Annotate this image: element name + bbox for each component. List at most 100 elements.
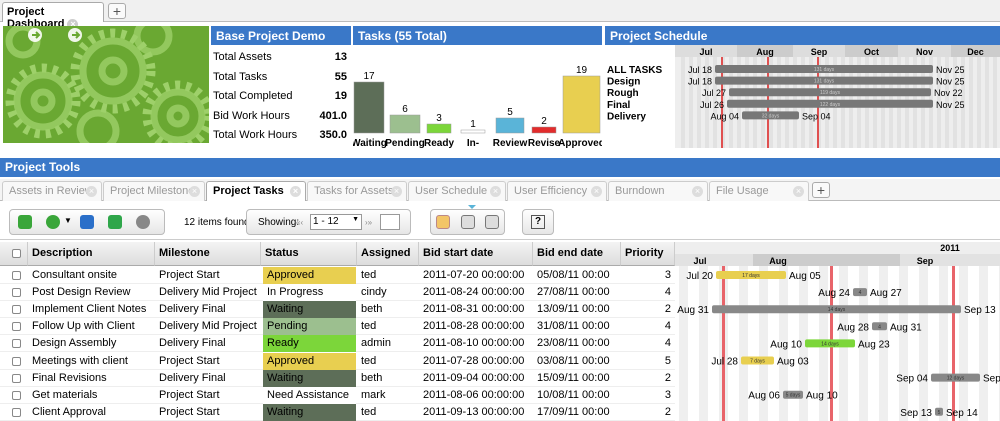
cell-priority[interactable]: 5 bbox=[621, 353, 671, 370]
next-page-icon[interactable]: ›» bbox=[365, 218, 372, 227]
search-icon[interactable] bbox=[436, 215, 450, 229]
close-icon[interactable]: × bbox=[189, 186, 200, 197]
cell-description[interactable]: Final Revisions bbox=[28, 370, 155, 387]
refresh-icon[interactable] bbox=[18, 215, 32, 229]
cell-description[interactable]: Meetings with client bbox=[28, 353, 155, 370]
tab-tasks-for-assets[interactable]: Tasks for Assets × bbox=[307, 181, 407, 201]
cell-milestone[interactable]: Project Start bbox=[155, 387, 261, 404]
cell-milestone[interactable]: Project Start bbox=[155, 353, 261, 370]
table-row[interactable]: Client Approval Project Start Waiting ted 20… bbox=[0, 403, 675, 421]
table-row[interactable]: Implement Client Notes Delivery Final Wait… bbox=[0, 301, 675, 319]
column-header-description[interactable]: Description bbox=[28, 242, 155, 266]
tab-file-usage[interactable]: File Usage × bbox=[709, 181, 809, 201]
close-icon[interactable]: × bbox=[793, 186, 804, 197]
tab-project-milestones[interactable]: Project Milestones × bbox=[103, 181, 205, 201]
cell-description[interactable]: Consultant onsite bbox=[28, 267, 155, 284]
cell-status[interactable]: Waiting bbox=[263, 301, 356, 319]
cell-bid-start[interactable]: 2011-08-06 00:00:00 bbox=[419, 387, 533, 404]
cell-description[interactable]: Follow Up with Client bbox=[28, 318, 155, 335]
cell-milestone[interactable]: Delivery Final bbox=[155, 335, 261, 352]
cell-status[interactable]: Pending bbox=[263, 318, 356, 336]
cell-assigned[interactable]: ted bbox=[357, 353, 419, 370]
bar-approved[interactable] bbox=[562, 75, 601, 134]
bar-pending[interactable] bbox=[389, 114, 421, 134]
column-header-status[interactable]: Status bbox=[261, 242, 357, 266]
layout-icon[interactable] bbox=[485, 215, 499, 229]
save-icon[interactable] bbox=[80, 215, 94, 229]
cell-bid-start[interactable]: 2011-09-04 00:00:00 bbox=[419, 370, 533, 387]
add-icon[interactable] bbox=[46, 215, 60, 229]
cell-milestone[interactable]: Project Start bbox=[155, 404, 261, 421]
cell-bid-start[interactable]: 2011-08-24 00:00:00 bbox=[419, 284, 533, 301]
column-header-bid-end[interactable]: Bid end date bbox=[533, 242, 621, 266]
tab-user-schedule[interactable]: User Schedule × bbox=[408, 181, 506, 201]
tab-user-efficiency[interactable]: User Efficiency × bbox=[507, 181, 607, 201]
page-range-select[interactable]: 1 - 12 ▼ bbox=[310, 214, 362, 230]
tab-assets-in-review[interactable]: Assets in Review × bbox=[2, 181, 102, 201]
row-checkbox[interactable] bbox=[12, 271, 21, 280]
cell-bid-start[interactable]: 2011-08-31 00:00:00 bbox=[419, 301, 533, 318]
previous-page-icon[interactable]: «‹ bbox=[296, 218, 303, 227]
table-row[interactable]: Design Assembly Delivery Final Ready admin 2… bbox=[0, 335, 675, 353]
cell-milestone[interactable]: Delivery Mid Project bbox=[155, 318, 261, 335]
cell-status[interactable]: Ready bbox=[263, 335, 356, 353]
cell-bid-end[interactable]: 23/08/11 00:00 bbox=[533, 335, 621, 352]
row-checkbox[interactable] bbox=[12, 339, 21, 349]
close-icon[interactable]: × bbox=[692, 186, 703, 197]
cell-status[interactable]: Approved bbox=[263, 267, 356, 284]
row-checkbox[interactable] bbox=[12, 390, 21, 400]
table-row[interactable]: Final Revisions Delivery Final Waiting beth… bbox=[0, 369, 675, 387]
cell-priority[interactable]: 3 bbox=[621, 387, 671, 404]
add-tool-tab-button[interactable]: + bbox=[812, 182, 830, 198]
cell-bid-start[interactable]: 2011-09-13 00:00:00 bbox=[419, 404, 533, 421]
cell-description[interactable]: Client Approval bbox=[28, 404, 155, 421]
cell-status[interactable]: Need Assistance bbox=[263, 386, 356, 404]
row-checkbox[interactable] bbox=[12, 373, 21, 383]
close-icon[interactable]: × bbox=[591, 186, 602, 197]
table-row[interactable]: Follow Up with Client Delivery Mid Projec… bbox=[0, 318, 675, 336]
cell-priority[interactable]: 4 bbox=[621, 318, 671, 335]
cell-description[interactable]: Get materials bbox=[28, 387, 155, 404]
row-checkbox[interactable] bbox=[12, 322, 21, 332]
bar-revise[interactable] bbox=[531, 126, 557, 134]
columns-icon[interactable] bbox=[461, 215, 475, 229]
cell-assigned[interactable]: mark bbox=[357, 387, 419, 404]
close-icon[interactable]: × bbox=[86, 186, 97, 197]
cell-description[interactable]: Design Assembly bbox=[28, 335, 155, 352]
cell-assigned[interactable]: admin bbox=[357, 335, 419, 352]
column-header-bid-start[interactable]: Bid start date bbox=[419, 242, 533, 266]
cell-assigned[interactable]: ted bbox=[357, 404, 419, 421]
page-number-input[interactable] bbox=[380, 214, 400, 230]
add-tab-button[interactable]: + bbox=[108, 3, 126, 19]
cell-bid-start[interactable]: 2011-08-10 00:00:00 bbox=[419, 335, 533, 352]
cell-bid-end[interactable]: 15/09/11 00:00 bbox=[533, 370, 621, 387]
bar-in-progress[interactable] bbox=[460, 129, 486, 134]
select-all-checkbox[interactable] bbox=[12, 249, 21, 258]
cell-bid-end[interactable]: 05/08/11 00:00 bbox=[533, 267, 621, 284]
cell-milestone[interactable]: Delivery Final bbox=[155, 301, 261, 318]
cell-priority[interactable]: 4 bbox=[621, 284, 671, 301]
cell-bid-end[interactable]: 17/09/11 00:00 bbox=[533, 404, 621, 421]
cell-description[interactable]: Post Design Review bbox=[28, 284, 155, 301]
tab-project-dashboard[interactable]: Project Dashboard × bbox=[2, 2, 104, 30]
chevron-down-icon[interactable]: ▼ bbox=[64, 216, 72, 225]
cell-milestone[interactable]: Project Start bbox=[155, 267, 261, 284]
cell-bid-end[interactable]: 10/08/11 00:00 bbox=[533, 387, 621, 404]
cell-bid-start[interactable]: 2011-07-20 00:00:00 bbox=[419, 267, 533, 284]
bar-waiting[interactable] bbox=[353, 81, 385, 134]
column-header-milestone[interactable]: Milestone bbox=[155, 242, 261, 266]
cell-status[interactable]: Waiting bbox=[263, 369, 356, 387]
close-icon[interactable]: × bbox=[391, 186, 402, 197]
table-row[interactable]: Meetings with client Project Start Approve… bbox=[0, 352, 675, 370]
cell-status[interactable]: Approved bbox=[263, 352, 356, 370]
cell-priority[interactable]: 3 bbox=[621, 267, 671, 284]
cell-bid-end[interactable]: 13/09/11 00:00 bbox=[533, 301, 621, 318]
cell-bid-end[interactable]: 03/08/11 00:00 bbox=[533, 353, 621, 370]
column-header-assigned[interactable]: Assigned bbox=[357, 242, 419, 266]
cell-assigned[interactable]: beth bbox=[357, 370, 419, 387]
cell-milestone[interactable]: Delivery Final bbox=[155, 370, 261, 387]
row-checkbox[interactable] bbox=[12, 356, 21, 366]
cell-status[interactable]: In Progress bbox=[263, 284, 356, 302]
cell-bid-end[interactable]: 27/08/11 00:00 bbox=[533, 284, 621, 301]
help-button[interactable]: ? bbox=[522, 209, 554, 235]
